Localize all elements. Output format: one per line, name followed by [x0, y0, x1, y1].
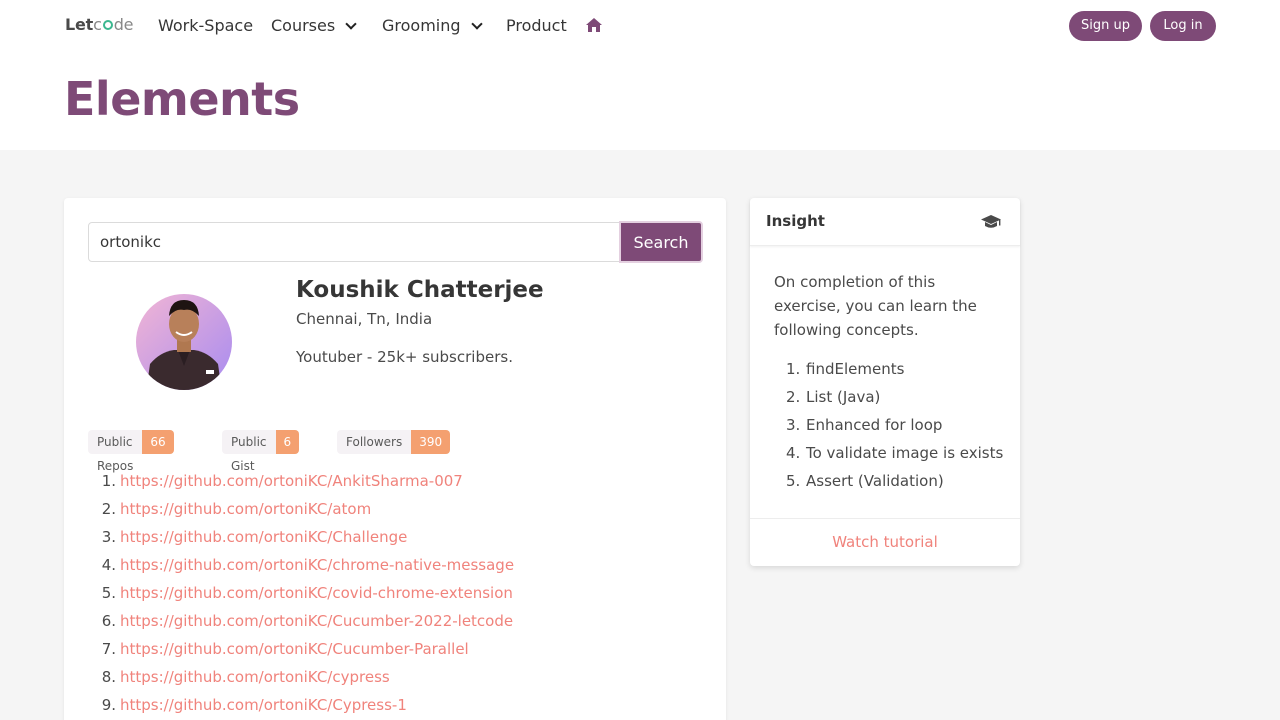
list-item: 1. findElements [786, 360, 905, 378]
list-item: 8. https://github.com/ortoniKC/cypress [88, 666, 514, 694]
profile-card: Search Koushik Chatterjee Chennai, Tn, I… [64, 198, 726, 720]
repo-link[interactable]: https://github.com/ortoniKC/Cucumber-202… [120, 610, 513, 638]
list-item: 4. To validate image is exists [786, 444, 1004, 462]
repo-link[interactable]: https://github.com/ortoniKC/AnkitSharma-… [120, 470, 463, 498]
top-navbar: Letc de Work-Space Courses Grooming Produ… [0, 0, 1280, 52]
concept-list: 1. findElements 2. List (Java) 3. Enhanced … [786, 358, 1003, 498]
brand-logo[interactable]: Letc de [65, 15, 134, 34]
insight-card: Insight On completion of this exercise, … [750, 198, 1020, 566]
list-item: 3. https://github.com/ortoniKC/Challenge [88, 526, 514, 554]
stat-followers: Followers 390 [337, 430, 451, 454]
watch-tutorial-link[interactable]: Watch tutorial [832, 533, 938, 551]
list-item: 5. https://github.com/ortoniKC/covid-chro… [88, 582, 514, 610]
list-item: 5. Assert (Validation) [786, 472, 944, 490]
home-icon[interactable] [585, 17, 603, 33]
list-item: 2. https://github.com/ortoniKC/atom [88, 498, 514, 526]
login-button[interactable]: Log in [1150, 11, 1216, 41]
repo-link[interactable]: https://github.com/ortoniKC/covid-chrome… [120, 582, 513, 610]
list-item: 7. https://github.com/ortoniKC/Cucumber-P… [88, 638, 514, 666]
profile-name: Koushik Chatterjee [296, 277, 544, 303]
search-input[interactable] [88, 222, 620, 262]
graduation-cap-icon [981, 215, 1001, 228]
profile-location: Chennai, Tn, India [296, 310, 433, 328]
repo-link[interactable]: https://github.com/ortoniKC/chrome-nativ… [120, 554, 514, 582]
page-title: Elements [64, 72, 300, 126]
profile-bio: Youtuber - 25k+ subscribers. [296, 348, 513, 366]
nav-item-product[interactable]: Product [506, 16, 567, 35]
list-item: 9. https://github.com/ortoniKC/Cypress-1 [88, 694, 514, 720]
list-item: 3. Enhanced for loop [786, 416, 943, 434]
list-item: 2. List (Java) [786, 388, 881, 406]
repo-link[interactable]: https://github.com/ortoniKC/Challenge [120, 526, 407, 554]
search-button[interactable]: Search [619, 221, 703, 263]
chevron-down-icon [345, 18, 357, 30]
stat-public-gist: Public Gist 6 [222, 430, 300, 473]
nav-item-courses[interactable]: Courses [271, 16, 357, 35]
chevron-down-icon [470, 18, 483, 30]
nav-item-grooming[interactable]: Grooming [382, 16, 483, 35]
insight-footer: Watch tutorial [750, 518, 1020, 566]
insight-header: Insight [750, 198, 1020, 246]
logo-ring-icon [102, 20, 113, 30]
repo-list: 1. https://github.com/ortoniKC/AnkitSharm… [88, 470, 514, 720]
hero-section: Elements [0, 52, 1280, 150]
repo-link[interactable]: https://github.com/ortoniKC/atom [120, 498, 371, 526]
repo-link[interactable]: https://github.com/ortoniKC/cypress [120, 666, 390, 694]
insight-title: Insight [766, 212, 825, 230]
repo-link[interactable]: https://github.com/ortoniKC/Cucumber-Par… [120, 638, 469, 666]
repo-link[interactable]: https://github.com/ortoniKC/Cypress-1 [120, 694, 407, 720]
insight-description: On completion of this exercise, you can … [774, 273, 977, 339]
list-item: 6. https://github.com/ortoniKC/Cucumber-2… [88, 610, 514, 638]
nav-item-workspace[interactable]: Work-Space [158, 16, 253, 35]
signup-button[interactable]: Sign up [1069, 11, 1142, 41]
list-item: 4. https://github.com/ortoniKC/chrome-nat… [88, 554, 514, 582]
list-item: 1. https://github.com/ortoniKC/AnkitSharm… [88, 470, 514, 498]
stat-public-repos: Public Repos 66 [88, 430, 174, 473]
avatar [136, 294, 232, 390]
